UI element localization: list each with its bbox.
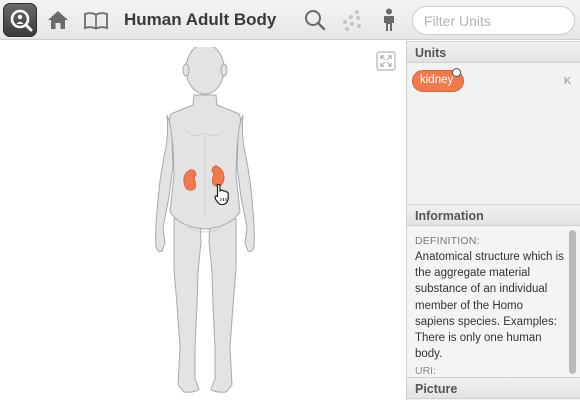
expand-icon[interactable] — [376, 51, 396, 76]
search-logo-icon[interactable] — [3, 3, 37, 37]
uri-label: URI: — [415, 365, 436, 377]
toolbar: Human Adult Body — [0, 0, 580, 40]
side-panel: Units kidney K Information DEFINITION: A… — [406, 41, 580, 400]
definition-label: DEFINITION: — [415, 235, 480, 247]
information-content: DEFINITION: Anatomical structure which i… — [407, 227, 580, 377]
units-header: Units — [407, 41, 580, 63]
definition-text: Anatomical structure which is the aggreg… — [415, 251, 564, 361]
person-icon[interactable] — [375, 6, 403, 34]
human-body-figure[interactable] — [140, 47, 270, 400]
page-title: Human Adult Body — [124, 10, 277, 29]
anatomy-viewer — [0, 41, 406, 400]
scrollbar-thumb[interactable] — [569, 230, 576, 374]
filter-units-input[interactable] — [412, 6, 575, 35]
picture-header: Picture — [407, 377, 580, 399]
unit-key-hint: K — [564, 76, 572, 87]
home-icon[interactable] — [44, 6, 72, 34]
network-icon[interactable] — [338, 6, 366, 34]
chip-search-icon[interactable] — [452, 68, 461, 77]
book-icon[interactable] — [82, 6, 110, 34]
information-header: Information — [407, 204, 580, 226]
search-icon[interactable] — [301, 6, 329, 34]
